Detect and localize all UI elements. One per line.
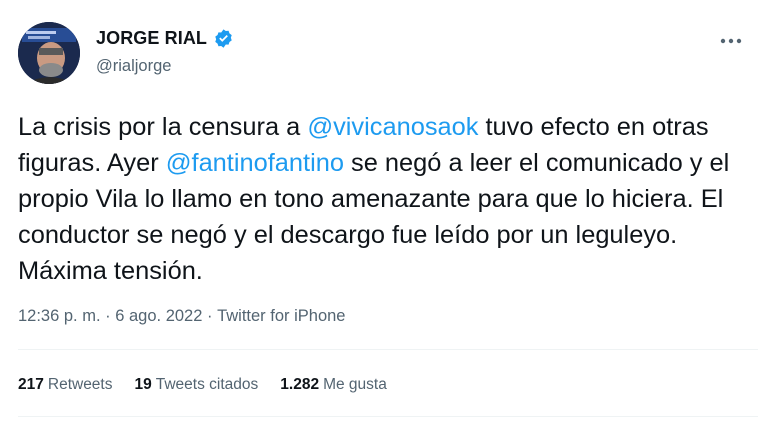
- verified-badge-icon: [213, 28, 234, 49]
- author-handle[interactable]: @rialjorge: [96, 57, 171, 76]
- divider: [18, 416, 758, 417]
- meta-separator: ·: [100, 307, 116, 325]
- ellipsis-icon[interactable]: [716, 30, 746, 52]
- quote-tweets-stat[interactable]: 19 Tweets citados: [135, 376, 259, 394]
- author-name-row[interactable]: JORGE RIAL: [96, 28, 234, 49]
- tweet-metadata: 12:36 p. m. · 6 ago. 2022 · Twitter for …: [18, 307, 345, 326]
- stat-label: Me gusta: [323, 376, 387, 393]
- stat-label: Tweets citados: [155, 376, 259, 393]
- stat-label: Retweets: [47, 376, 113, 393]
- engagement-stats: 217 Retweets 19 Tweets citados 1.282 Me …: [18, 376, 409, 394]
- stat-count: 19: [134, 376, 152, 393]
- tweet-card: JORGE RIAL @rialjorge La crisis por la c…: [0, 0, 768, 423]
- divider: [18, 349, 758, 350]
- tweet-time[interactable]: 12:36 p. m.: [18, 307, 101, 326]
- meta-separator: ·: [202, 307, 218, 325]
- stat-count: 217: [18, 376, 44, 393]
- mention-link[interactable]: @vivicanosaok: [307, 113, 478, 141]
- author-name[interactable]: JORGE RIAL: [96, 28, 207, 49]
- author-avatar[interactable]: [18, 22, 80, 84]
- tweet-date[interactable]: 6 ago. 2022: [115, 307, 202, 326]
- likes-stat[interactable]: 1.282 Me gusta: [280, 376, 387, 394]
- tweet-source[interactable]: Twitter for iPhone: [217, 307, 345, 326]
- tweet-text: La crisis por la censura a @vivicanosaok…: [18, 109, 758, 289]
- retweets-stat[interactable]: 217 Retweets: [18, 376, 113, 394]
- avatar-photo-icon: [18, 22, 80, 84]
- stat-count: 1.282: [280, 376, 320, 393]
- tweet-text-part: La crisis por la censura a: [18, 113, 308, 141]
- mention-link[interactable]: @fantinofantino: [166, 149, 344, 177]
